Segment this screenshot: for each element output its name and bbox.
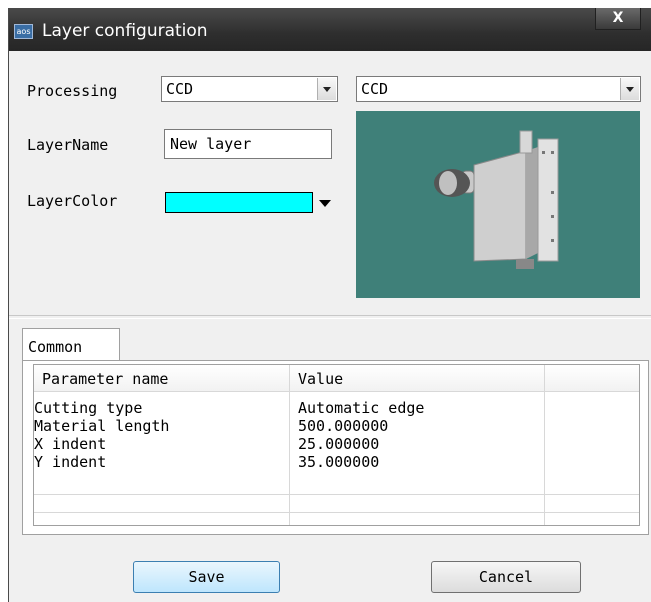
layername-field[interactable] [164, 129, 332, 159]
tool-body [473, 150, 527, 262]
processing-select-value: CCD [166, 80, 194, 98]
table-row-3-name[interactable]: Y indent [34, 453, 106, 471]
layer-config-dialog: aos Layer configuration X Processing CCD… [8, 8, 651, 602]
chevron-down-icon[interactable] [317, 78, 336, 100]
tool-top-mount [519, 130, 533, 154]
table-row-2-value[interactable]: 25.000000 [298, 435, 379, 453]
layername-label: LayerName [27, 136, 109, 154]
screw [551, 151, 554, 154]
screw [551, 215, 554, 218]
section-divider [9, 315, 651, 319]
save-button[interactable]: Save [133, 561, 280, 593]
table-row-0-value[interactable]: Automatic edge [298, 399, 424, 417]
layer-color-swatch[interactable] [165, 192, 313, 213]
parameter-grid[interactable]: Parameter name Value Cutting type Automa… [33, 364, 640, 526]
row-divider [34, 494, 639, 495]
column-header-parameter-name[interactable]: Parameter name [42, 370, 168, 388]
column-divider[interactable] [289, 365, 290, 525]
column-divider[interactable] [544, 365, 545, 525]
close-button[interactable]: X [595, 8, 641, 30]
app-icon: aos [14, 24, 33, 39]
table-row-0-name[interactable]: Cutting type [34, 399, 142, 417]
processing-label: Processing [27, 82, 118, 100]
screw [542, 151, 545, 154]
column-header-value[interactable]: Value [298, 370, 343, 388]
screw [551, 239, 554, 242]
title-bar[interactable]: aos Layer configuration X [9, 8, 651, 51]
tool-plate [537, 138, 559, 262]
table-row-1-value[interactable]: 500.000000 [298, 417, 388, 435]
preview-select[interactable]: CCD [356, 76, 641, 102]
processing-select[interactable]: CCD [161, 76, 338, 102]
table-row-3-value[interactable]: 35.000000 [298, 453, 379, 471]
tool-bottom-tip [516, 259, 534, 269]
color-dropdown-arrow-icon[interactable] [319, 200, 331, 207]
row-divider [34, 512, 639, 513]
window-title: Layer configuration [42, 21, 208, 41]
cancel-button[interactable]: Cancel [431, 561, 581, 593]
ccd-tool-illustration [434, 130, 559, 269]
tool-body-side [526, 147, 538, 259]
table-row-2-name[interactable]: X indent [34, 435, 106, 453]
layername-input[interactable] [165, 130, 331, 158]
preview-select-value: CCD [361, 80, 389, 98]
table-row-1-name[interactable]: Material length [34, 417, 169, 435]
screw [551, 191, 554, 194]
tool-knob-face [439, 171, 457, 195]
tab-common-label: Common [28, 338, 83, 356]
layercolor-label: LayerColor [27, 192, 118, 210]
tab-common[interactable]: Common [22, 328, 120, 361]
tab-panel-common: Parameter name Value Cutting type Automa… [22, 360, 649, 535]
tool-preview-image [356, 111, 640, 298]
chevron-down-icon[interactable] [620, 78, 639, 100]
